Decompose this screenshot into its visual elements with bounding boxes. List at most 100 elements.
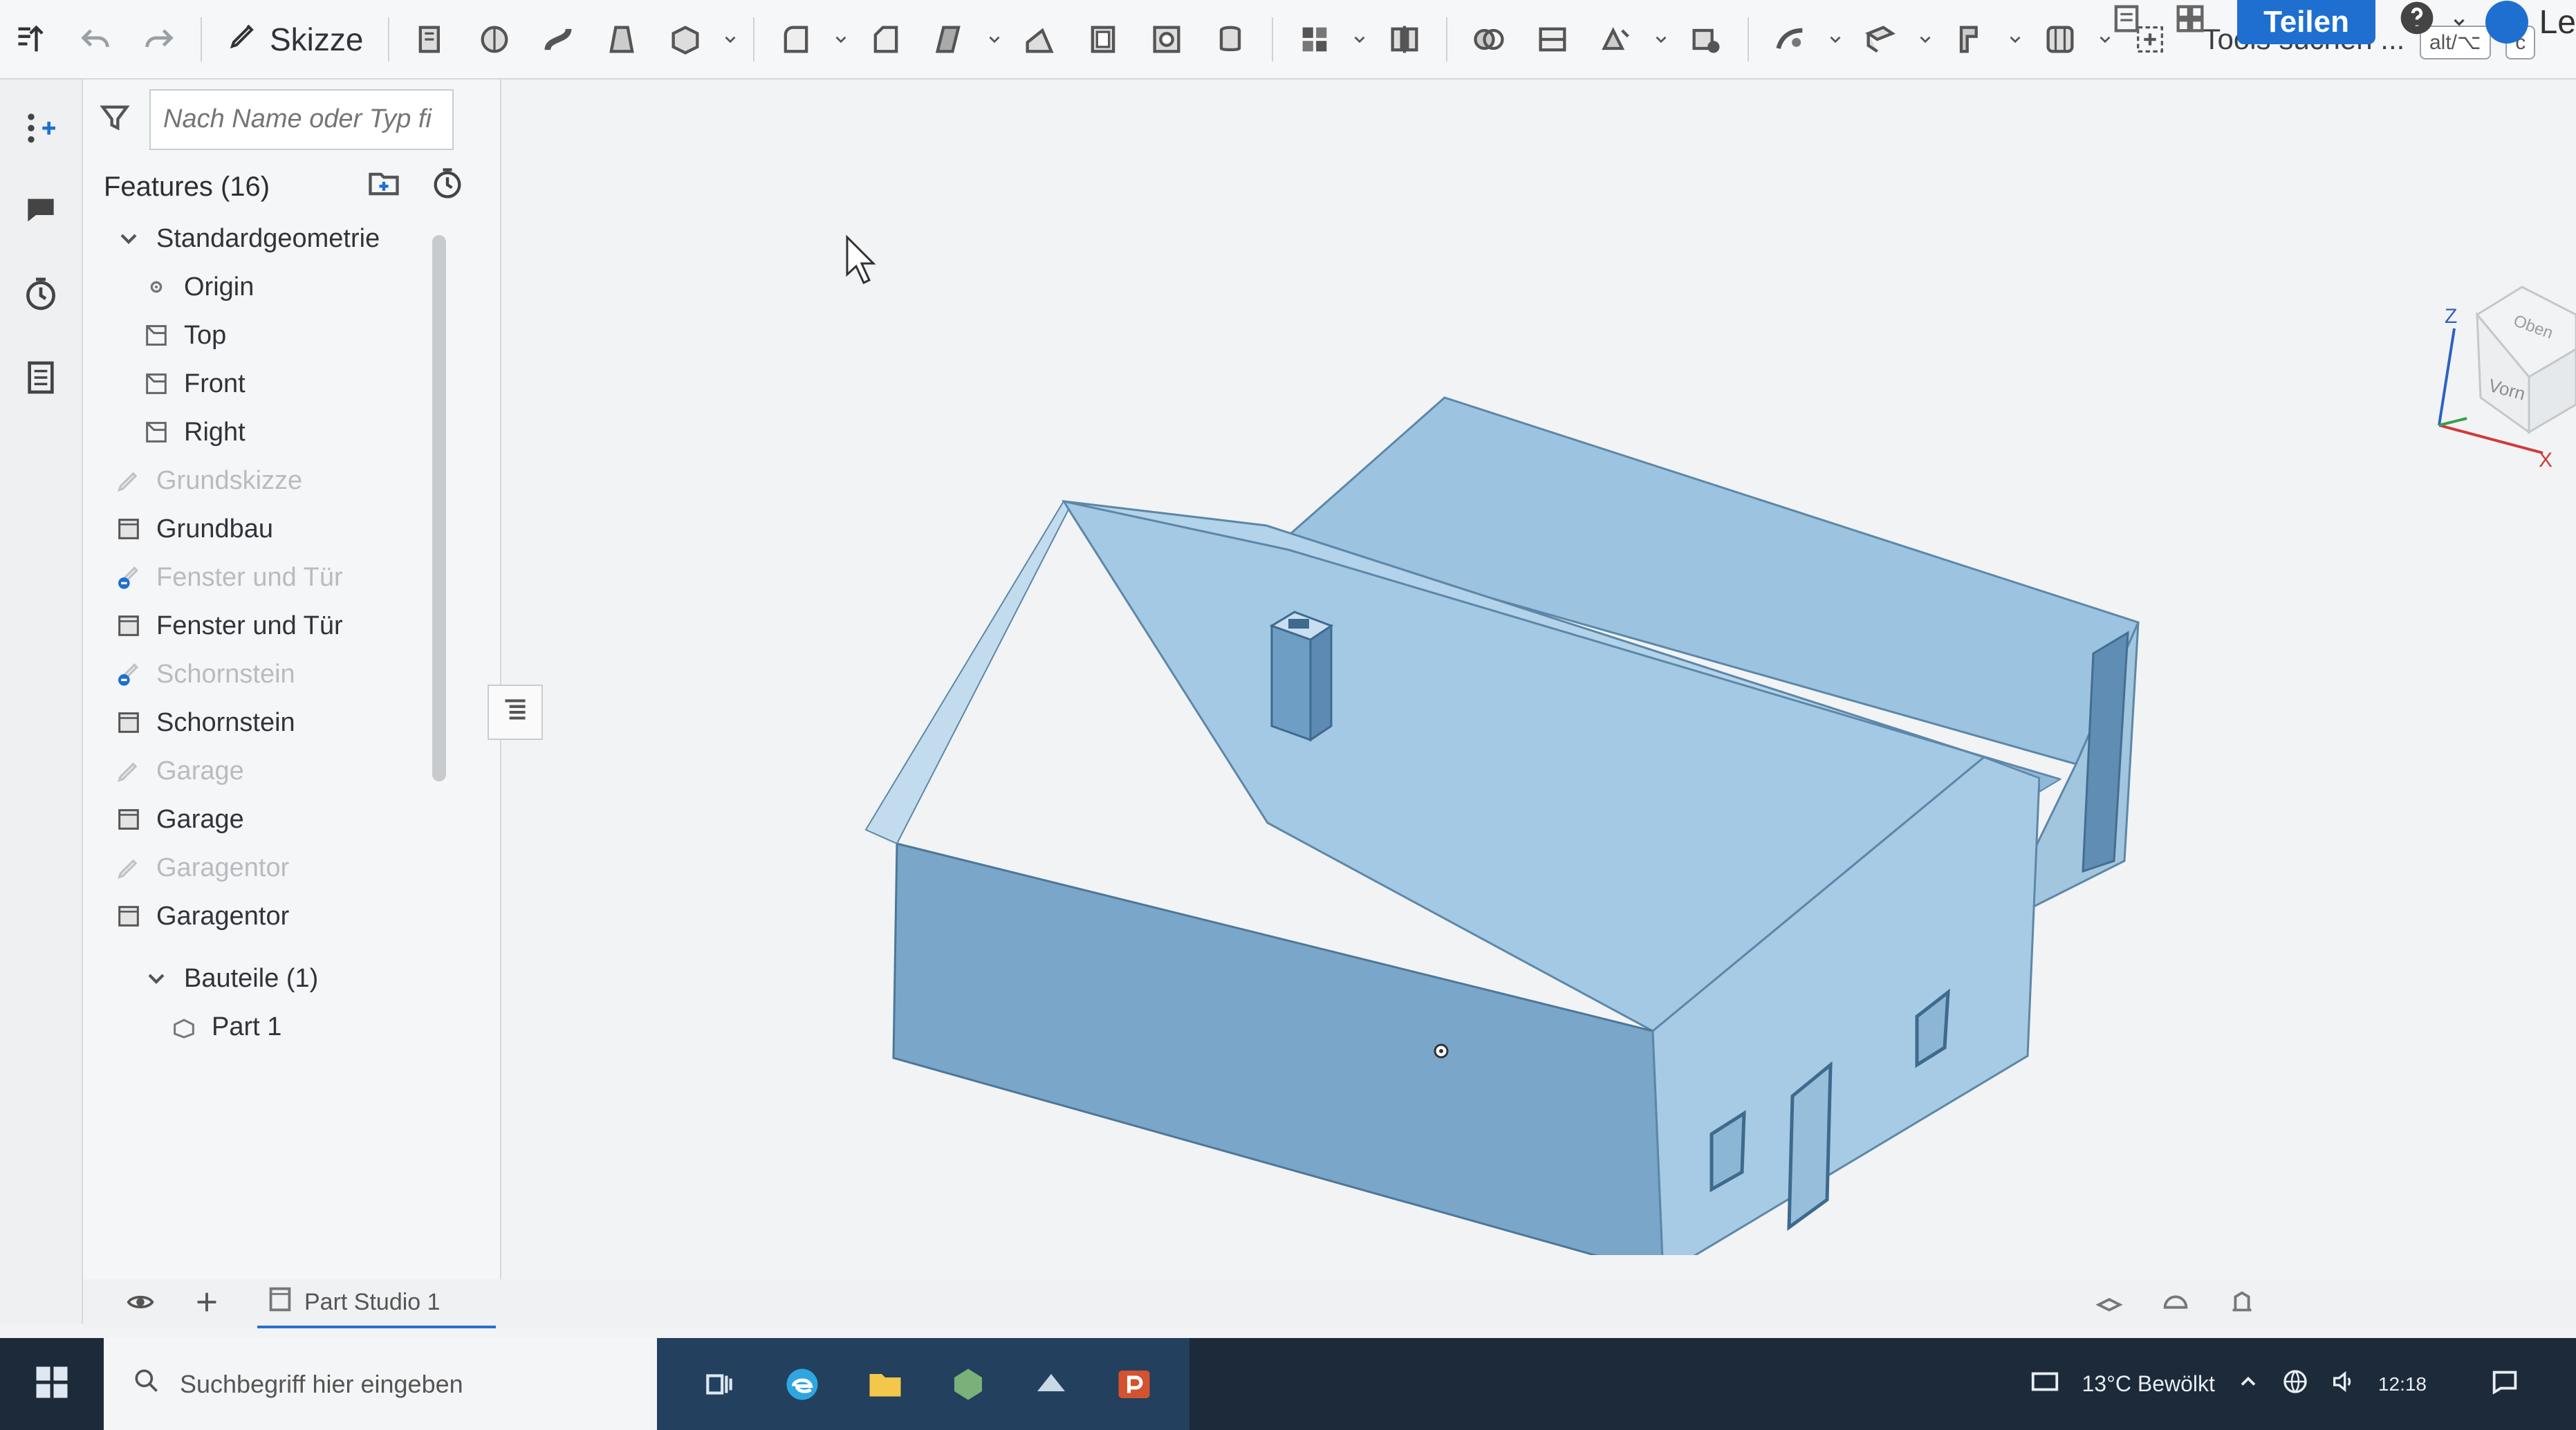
taskbar-search[interactable]: Suchbegriff hier eingeben	[104, 1338, 657, 1430]
transform-tool-icon[interactable]	[1588, 12, 1644, 67]
cad-app-icon[interactable]	[1023, 1357, 1079, 1412]
sketch-icon	[111, 757, 147, 785]
tree-item-label: Top	[184, 320, 227, 350]
view-cube[interactable]: Z X Oben Vorn	[2438, 286, 2576, 472]
sketch-error-icon	[111, 564, 147, 591]
undo-icon[interactable]	[68, 12, 123, 67]
extrude-icon	[111, 515, 147, 543]
tree-item-garage-door-extrude[interactable]: Garagentor	[97, 892, 500, 940]
named-views-icon[interactable]	[2226, 1286, 2258, 1321]
pattern-tool-icon[interactable]	[1287, 12, 1342, 67]
file-explorer-icon[interactable]	[858, 1357, 913, 1412]
tree-item-garage-extrude[interactable]: Garage	[97, 795, 500, 844]
revolve-tool-icon[interactable]	[467, 12, 522, 67]
history-icon[interactable]	[21, 275, 60, 317]
fillet-tool-icon[interactable]	[768, 12, 824, 67]
section-view-icon[interactable]	[2093, 1286, 2125, 1321]
tree-item-label: Garagentor	[156, 901, 290, 931]
sheet-metal-tool-icon[interactable]	[1943, 12, 1998, 67]
add-tab-icon[interactable]	[191, 1286, 223, 1321]
chevron-down-icon[interactable]	[1822, 12, 1848, 67]
house-model[interactable]: Z X Oben Vorn	[503, 80, 2576, 1255]
toolbar-separator	[1748, 17, 1750, 62]
taskbar-clock[interactable]: 12:18	[2378, 1373, 2427, 1395]
chevron-down-icon[interactable]	[717, 12, 743, 67]
start-button[interactable]	[0, 1338, 104, 1430]
sketch-icon	[111, 467, 147, 494]
rollback-timer-icon[interactable]	[429, 165, 465, 208]
render-mode-icon[interactable]	[2160, 1286, 2192, 1321]
tab-manager-icon[interactable]	[124, 1286, 156, 1321]
chevron-down-icon[interactable]	[1912, 12, 1938, 67]
taskbar-apps	[657, 1338, 1189, 1430]
plane-icon	[138, 370, 174, 398]
rib-tool-icon[interactable]	[1012, 12, 1067, 67]
features-header: Features (16)	[83, 159, 500, 214]
filter-icon[interactable]	[97, 100, 133, 139]
extrude-tool-icon[interactable]	[403, 12, 458, 67]
feature-tree-scrollbar[interactable]	[432, 235, 446, 781]
draft-tool-icon[interactable]	[922, 12, 977, 67]
tree-item-part-1[interactable]: Part 1	[97, 1003, 500, 1051]
view-tools-group	[2093, 1286, 2258, 1321]
comments-icon[interactable]	[21, 191, 60, 233]
tree-item-parts[interactable]: Bauteile (1)	[97, 954, 500, 1003]
main-roof-eave-left[interactable]	[864, 500, 1070, 845]
user-menu[interactable]: Le	[2485, 0, 2576, 44]
chevron-down-icon[interactable]	[2002, 12, 2028, 67]
hole-tool-icon[interactable]	[1139, 12, 1194, 67]
network-icon[interactable]	[2281, 1368, 2309, 1401]
powerpoint-icon[interactable]	[1106, 1357, 1162, 1412]
windows-logo-icon	[31, 1362, 73, 1406]
chimney-side[interactable]	[1309, 624, 1333, 742]
delete-part-tool-icon[interactable]	[1678, 12, 1734, 67]
redo-icon[interactable]	[131, 12, 187, 67]
left-rail	[0, 80, 83, 1324]
chevron-down-icon[interactable]	[828, 12, 854, 67]
features-title: Features (16)	[104, 171, 270, 202]
tree-item-garage-door-sketch[interactable]: Garagentor	[97, 844, 500, 892]
tab-part-studio-1[interactable]: Part Studio 1	[257, 1279, 496, 1328]
weather-text[interactable]: 13°C Bewölkt	[2082, 1371, 2214, 1397]
help-menu[interactable]	[2398, 0, 2472, 44]
avatar	[2485, 1, 2528, 44]
notification-icon[interactable]	[2489, 1366, 2521, 1403]
task-view-icon[interactable]	[692, 1357, 747, 1412]
frame-tool-icon[interactable]	[2032, 12, 2088, 67]
part-studio-icon	[264, 1283, 296, 1321]
cylinder-tool-icon[interactable]	[1203, 12, 1258, 67]
3d-viewport[interactable]: Z X Oben Vorn	[503, 80, 2576, 1255]
app-store-icon[interactable]	[2172, 1, 2208, 44]
document-tabs-bar: Part Studio 1	[83, 1279, 2576, 1328]
thicken-tool-icon[interactable]	[658, 12, 713, 67]
chevron-down-icon[interactable]	[981, 12, 1008, 67]
shell-tool-icon[interactable]	[1075, 12, 1131, 67]
chevron-up-icon[interactable]	[2236, 1369, 2261, 1400]
chamfer-tool-icon[interactable]	[858, 12, 914, 67]
tree-item-label: Fenster und Tür	[156, 611, 343, 640]
plane-tool-icon[interactable]	[1853, 12, 1908, 67]
mirror-tool-icon[interactable]	[1377, 12, 1432, 67]
feature-search-input[interactable]	[149, 89, 454, 150]
split-tool-icon[interactable]	[1525, 12, 1580, 67]
onshape-app-icon[interactable]	[940, 1357, 996, 1412]
versions-icon[interactable]	[2109, 1, 2144, 44]
edge-browser-icon[interactable]	[775, 1357, 830, 1412]
loft-tool-icon[interactable]	[594, 12, 649, 67]
insert-feature-icon[interactable]	[21, 107, 60, 149]
toolbar-separator	[388, 17, 390, 62]
boolean-tool-icon[interactable]	[1461, 12, 1517, 67]
share-button[interactable]: Teilen	[2237, 0, 2375, 44]
pencil-icon	[227, 19, 260, 59]
sweep-tool-icon[interactable]	[530, 12, 586, 67]
chevron-down-icon[interactable]	[1648, 12, 1674, 67]
tree-item-label: Garage	[156, 804, 244, 834]
chevron-down-icon[interactable]	[1346, 12, 1373, 67]
add-folder-icon[interactable]	[366, 165, 402, 208]
volume-icon[interactable]	[2330, 1368, 2357, 1401]
bill-of-materials-icon[interactable]	[21, 358, 60, 400]
modify-fillet-tool-icon[interactable]	[1763, 12, 1818, 67]
document-menu-icon[interactable]	[4, 12, 59, 67]
sketch-button[interactable]: Skizze	[216, 12, 374, 67]
chimney-front[interactable]	[1270, 624, 1312, 742]
